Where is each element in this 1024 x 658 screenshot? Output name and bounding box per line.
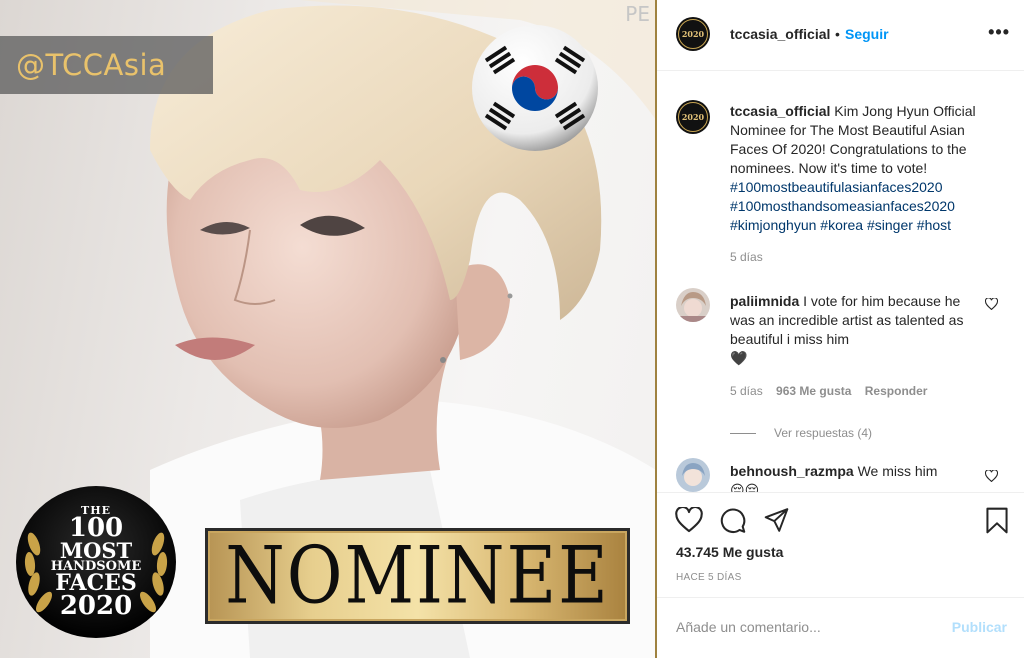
comment-input[interactable]: [676, 616, 946, 638]
award-badge-text: THE 100 MOST HANDSOME FACES 2020: [14, 484, 178, 640]
commenter-username[interactable]: paliimnida: [730, 293, 799, 309]
comments-list[interactable]: 2020 tccasia_official Kim Jong Hyun Offi…: [657, 72, 1024, 492]
bookmark-icon[interactable]: [985, 507, 1009, 539]
comment-text: paliimnida I vote for him because he was…: [730, 292, 975, 368]
publish-button[interactable]: Publicar: [952, 619, 1007, 635]
black-heart-emoji: 🖤: [730, 350, 748, 366]
post-side-panel: 2020 tccasia_official • Seguir ••• 2020 …: [657, 0, 1024, 658]
comment-meta: 5 días 963 Me gusta Responder: [730, 384, 927, 398]
author-avatar[interactable]: 2020: [676, 17, 710, 51]
comment-body: We miss him: [857, 463, 938, 479]
comment-icon[interactable]: [719, 507, 747, 539]
watermark-label: @TCCAsia: [0, 36, 213, 94]
more-options-icon[interactable]: •••: [988, 22, 1010, 43]
action-bar: 43.745 Me gusta HACE 5 DÍAS: [657, 492, 1024, 597]
caption-timestamp[interactable]: 5 días: [730, 250, 763, 264]
commenter-avatar[interactable]: [676, 288, 710, 322]
post-image[interactable]: @TCCAsia PE THE 100 MOST HANDSOME FACES …: [0, 0, 656, 658]
award-line-most: MOST: [59, 537, 133, 563]
caption-username[interactable]: tccasia_official: [730, 103, 830, 119]
view-replies-button[interactable]: Ver respuestas (4): [730, 426, 872, 440]
comment-text: behnoush_razmpa We miss him 😔😔: [730, 462, 975, 492]
hashtag-link[interactable]: #kimjonghyun: [730, 217, 816, 233]
comment-like-icon[interactable]: [984, 469, 999, 485]
comment-likes[interactable]: 963 Me gusta: [776, 384, 851, 398]
corner-mark: PE: [625, 2, 650, 26]
likes-count[interactable]: 43.745 Me gusta: [676, 544, 783, 560]
replies-line: [730, 432, 756, 434]
caption-text: tccasia_official Kim Jong Hyun Official …: [730, 102, 1005, 235]
hashtag-link[interactable]: #singer: [867, 217, 913, 233]
reply-button[interactable]: Responder: [865, 384, 928, 398]
award-line-100: 100: [68, 512, 124, 543]
hashtag-link[interactable]: #100mosthandsomeasianfaces2020: [730, 198, 955, 214]
commenter-username[interactable]: behnoush_razmpa: [730, 463, 854, 479]
view-replies-label: Ver respuestas (4): [774, 426, 873, 440]
heart-icon[interactable]: [675, 505, 703, 538]
comment-time[interactable]: 5 días: [730, 384, 763, 398]
caption-avatar[interactable]: 2020: [676, 100, 710, 134]
avatar-text: 2020: [681, 29, 705, 39]
commenter-avatar[interactable]: [676, 458, 710, 492]
nominee-plate: NOMINEE: [205, 528, 630, 624]
separator-dot: •: [835, 26, 840, 42]
korea-flag-icon: [472, 25, 598, 151]
share-icon[interactable]: [763, 507, 790, 538]
post-header: 2020 tccasia_official • Seguir •••: [657, 0, 1024, 71]
follow-button[interactable]: Seguir: [845, 26, 889, 42]
award-line-year: 2020: [59, 590, 133, 621]
hashtag-link[interactable]: #host: [917, 217, 951, 233]
hashtag-link[interactable]: #100mostbeautifulasianfaces2020: [730, 179, 943, 195]
caption-avatar-text: 2020: [681, 112, 705, 122]
post-date[interactable]: HACE 5 DÍAS: [676, 572, 742, 583]
add-comment-bar: Publicar: [657, 597, 1024, 658]
nominee-label: NOMINEE: [225, 530, 610, 622]
author-username[interactable]: tccasia_official: [730, 26, 830, 42]
hashtag-link[interactable]: #korea: [820, 217, 863, 233]
comment-like-icon[interactable]: [984, 297, 999, 313]
sad-emoji: 😔😔: [730, 482, 760, 492]
